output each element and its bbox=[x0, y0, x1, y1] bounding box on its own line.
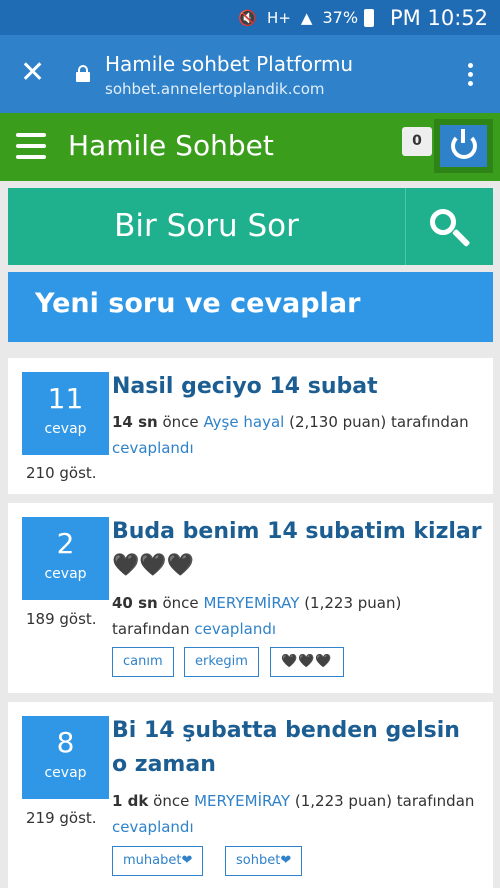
user-link[interactable]: MERYEMİRAY bbox=[194, 792, 290, 810]
question-meta: 1 dk önce MERYEMİRAY (1,223 puan) tarafı… bbox=[112, 792, 475, 836]
answer-count: 8 bbox=[56, 726, 75, 759]
browser-bar: ✕ Hamile sohbet Platformu sohbet.anneler… bbox=[0, 35, 500, 113]
ask-question-button[interactable]: Bir Soru Sor bbox=[8, 188, 405, 265]
answered-link[interactable]: cevaplandı bbox=[112, 439, 194, 457]
login-button[interactable] bbox=[434, 119, 493, 173]
answered-link[interactable]: cevaplandı bbox=[112, 818, 194, 836]
tag-chip[interactable]: 🖤🖤🖤 bbox=[270, 647, 344, 677]
question-card: 11 cevap 210 göst. Nasil geciyo 14 subat… bbox=[8, 358, 493, 494]
view-count: 210 göst. bbox=[26, 464, 97, 482]
browser-url[interactable]: sohbet.annelertoplandik.com bbox=[105, 80, 325, 98]
more-options-icon[interactable] bbox=[468, 63, 474, 87]
search-button[interactable] bbox=[405, 188, 493, 265]
tag-chip[interactable]: muhabet❤ bbox=[112, 846, 204, 876]
close-icon[interactable]: ✕ bbox=[20, 55, 45, 91]
lock-icon bbox=[76, 65, 90, 82]
power-icon[interactable] bbox=[440, 125, 487, 167]
view-count: 219 göst. bbox=[26, 809, 97, 827]
view-count: 189 göst. bbox=[26, 610, 97, 628]
question-meta: 14 sn önce Ayşe hayal (2,130 puan) taraf… bbox=[112, 413, 469, 457]
browser-page-title: Hamile sohbet Platformu bbox=[105, 52, 354, 76]
answer-count-box: 11 cevap bbox=[22, 372, 109, 455]
answer-time: 1 dk bbox=[112, 792, 149, 810]
answer-count: 2 bbox=[56, 527, 75, 560]
question-title[interactable]: Bi 14 şubatta benden gelsin o zaman bbox=[112, 714, 482, 782]
section-title: Yeni soru ve cevaplar bbox=[8, 272, 493, 342]
answer-time: 40 sn bbox=[112, 594, 158, 612]
question-card: 2 cevap 189 göst. Buda benim 14 subatim … bbox=[8, 503, 493, 693]
mute-icon: 🔇 bbox=[238, 8, 258, 27]
network-type: H+ bbox=[267, 8, 291, 27]
user-link[interactable]: Ayşe hayal bbox=[203, 413, 284, 431]
question-card: 8 cevap 219 göst. Bi 14 şubatta benden g… bbox=[8, 702, 493, 888]
answer-count-label: cevap bbox=[44, 421, 87, 437]
status-bar: 🔇 H+ ▲ 37% PM 10:52 bbox=[0, 0, 500, 35]
answer-count: 11 bbox=[47, 382, 84, 415]
question-title[interactable]: Nasil geciyo 14 subat bbox=[112, 370, 482, 404]
answered-link[interactable]: cevaplandı bbox=[194, 620, 276, 638]
question-meta: 40 sn önce MERYEMİRAY (1,223 puan) taraf… bbox=[112, 594, 402, 638]
clock: PM 10:52 bbox=[390, 5, 488, 30]
site-brand[interactable]: Hamile Sohbet bbox=[68, 129, 274, 162]
answer-time: 14 sn bbox=[112, 413, 158, 431]
tag-chip[interactable]: erkegim bbox=[184, 647, 259, 677]
answer-count-label: cevap bbox=[44, 765, 87, 781]
answer-count-label: cevap bbox=[44, 566, 87, 582]
tag-chip[interactable]: sohbet❤ bbox=[225, 846, 303, 876]
battery-icon bbox=[364, 8, 375, 27]
user-link[interactable]: MERYEMİRAY bbox=[203, 594, 299, 612]
menu-icon[interactable] bbox=[16, 133, 46, 159]
answer-count-box: 8 cevap bbox=[22, 716, 109, 799]
battery-percent: 37% bbox=[322, 8, 359, 27]
tag-chip[interactable]: canım bbox=[112, 647, 174, 677]
signal-icon: ▲ bbox=[300, 8, 313, 27]
question-title[interactable]: Buda benim 14 subatim kizlar 🖤🖤🖤 bbox=[112, 515, 482, 583]
notification-count-badge[interactable]: 0 bbox=[402, 127, 432, 156]
answer-count-box: 2 cevap bbox=[22, 517, 109, 600]
